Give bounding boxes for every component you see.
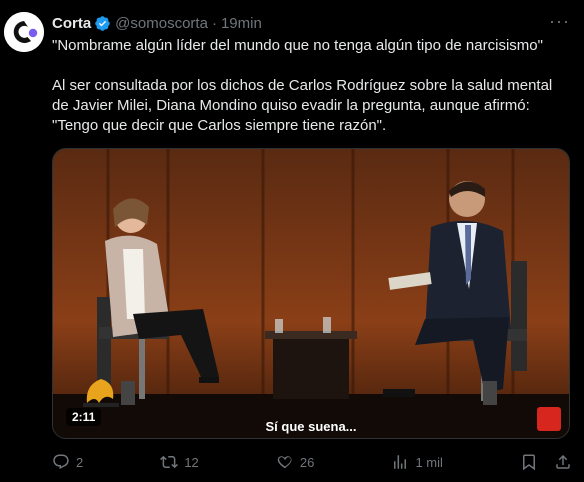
tweet-header: Corta @somoscorta · 19min ··· xyxy=(52,11,570,33)
video-frame xyxy=(53,149,569,438)
reply-button[interactable]: 2 xyxy=(52,453,83,471)
like-icon xyxy=(277,456,292,469)
reply-icon xyxy=(53,454,69,470)
separator: · xyxy=(211,14,217,32)
bookmark-icon xyxy=(523,454,535,471)
views-button[interactable]: 1 mil xyxy=(391,453,443,471)
share-icon xyxy=(556,454,570,469)
retweet-icon xyxy=(160,455,179,469)
tweet-text: "Nombrame algún líder del mundo que no t… xyxy=(52,37,553,134)
secondary-actions xyxy=(520,453,572,471)
video-subtitle: Sí que suena... xyxy=(265,419,357,434)
retweet-count: 12 xyxy=(184,454,199,470)
tweet-actions: 2 12 26 1 mil xyxy=(52,452,572,472)
avatar[interactable] xyxy=(4,12,44,52)
tweet-card[interactable]: Corta @somoscorta · 19min ··· "Nombrame … xyxy=(0,0,584,482)
like-button[interactable]: 26 xyxy=(276,453,314,471)
reply-count: 2 xyxy=(76,454,84,470)
verified-badge-icon xyxy=(95,15,110,31)
timestamp-link[interactable]: 19min xyxy=(221,15,262,32)
video-player[interactable]: 2:11 Sí que suena... xyxy=(52,148,570,439)
bookmark-button[interactable] xyxy=(520,453,538,471)
account-name[interactable]: Corta xyxy=(52,15,91,32)
retweet-button[interactable]: 12 xyxy=(160,453,199,471)
views-icon xyxy=(394,455,407,469)
share-button[interactable] xyxy=(554,453,572,471)
like-count: 26 xyxy=(299,454,315,470)
views-count: 1 mil xyxy=(415,454,443,470)
account-handle[interactable]: @somoscorta xyxy=(115,15,208,32)
more-icon[interactable]: ··· xyxy=(549,11,570,32)
channel-logo-icon xyxy=(81,373,121,409)
channel-badge-icon xyxy=(537,407,561,431)
corta-logo-icon xyxy=(4,12,44,52)
